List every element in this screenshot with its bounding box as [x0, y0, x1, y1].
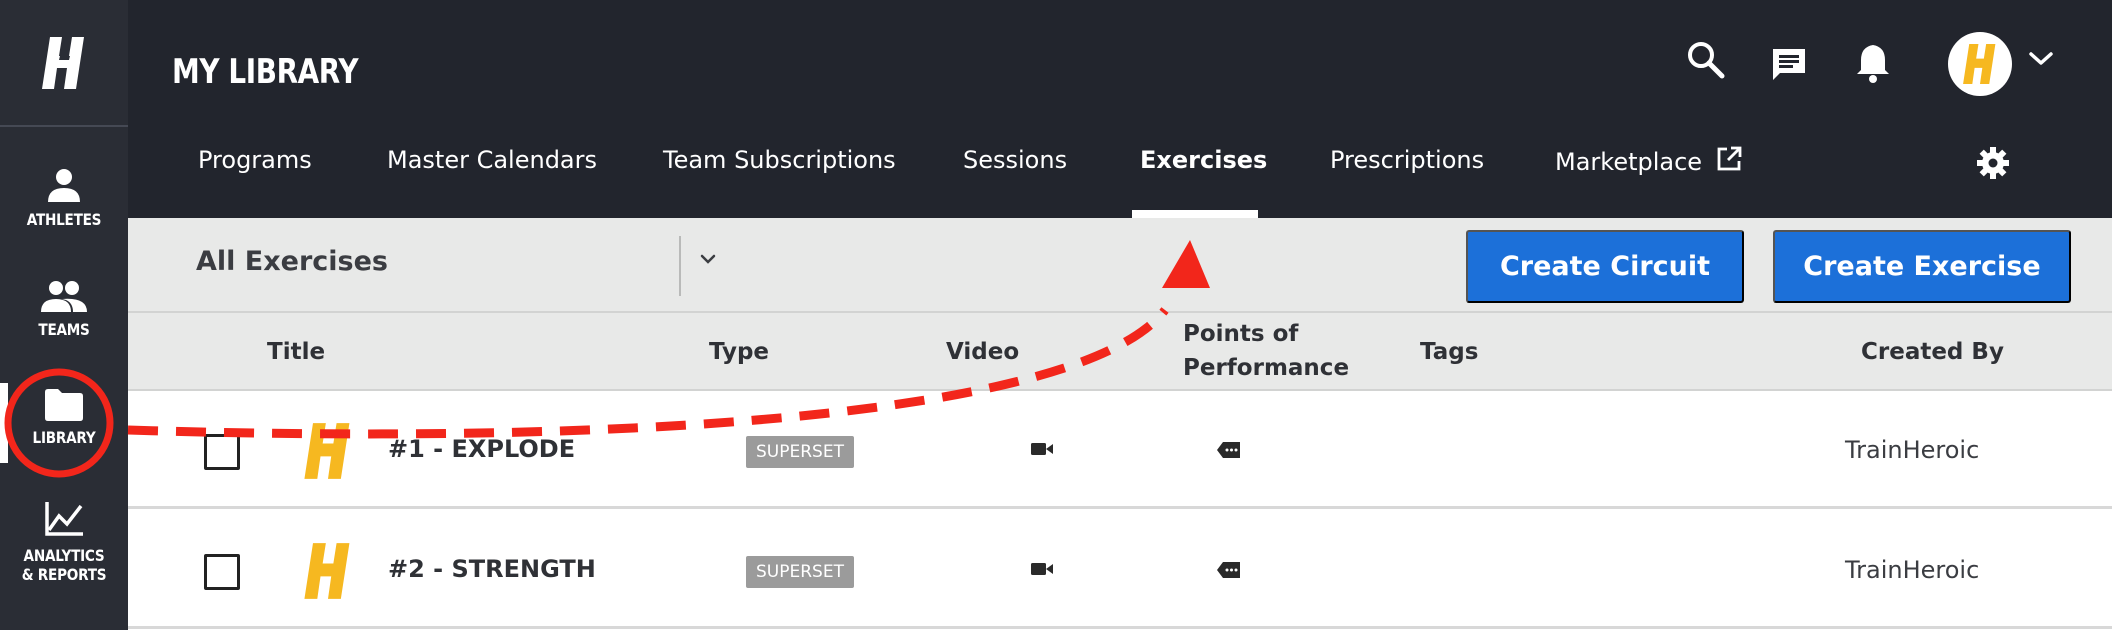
group-icon: [41, 281, 87, 312]
tab-marketplace-label: Marketplace: [1555, 148, 1703, 176]
page-title: MY LIBRARY: [172, 52, 359, 92]
active-tab-underline: [1132, 210, 1258, 218]
video-camera-icon[interactable]: [1030, 441, 1054, 457]
sidebar-item-analytics[interactable]: ANALYTICS & REPORTS: [0, 500, 128, 584]
column-header-pop-line2: Performance: [1183, 355, 1350, 381]
column-header-type[interactable]: Type: [709, 335, 769, 369]
sidebar: ATHLETES TEAMS LIBRARY ANALYTICS & REPOR…: [0, 0, 128, 630]
tab-team-subscriptions[interactable]: Team Subscriptions: [663, 146, 896, 174]
gear-icon[interactable]: [1976, 146, 2010, 180]
column-header-points-of-performance[interactable]: Points of Performance: [1183, 317, 1349, 385]
search-icon[interactable]: [1686, 40, 1726, 80]
column-header-pop-line1: Points of: [1183, 321, 1299, 347]
toolbar-divider: [679, 236, 681, 296]
exercise-title[interactable]: #1 - EXPLODE: [388, 435, 575, 463]
create-circuit-button[interactable]: Create Circuit: [1466, 230, 1744, 303]
tag-label-icon[interactable]: [1216, 561, 1242, 579]
row-checkbox[interactable]: [204, 434, 240, 470]
avatar[interactable]: [1948, 32, 2012, 96]
tab-prescriptions[interactable]: Prescriptions: [1330, 146, 1484, 174]
sidebar-item-athletes[interactable]: ATHLETES: [0, 166, 128, 229]
exercise-thumbnail-logo-icon: [304, 423, 350, 479]
column-header-video[interactable]: Video: [946, 335, 1019, 369]
tab-sessions[interactable]: Sessions: [963, 146, 1067, 174]
tab-exercises[interactable]: Exercises: [1140, 146, 1267, 174]
tag-label-icon[interactable]: [1216, 441, 1242, 459]
type-badge: SUPERSET: [746, 436, 854, 468]
tab-marketplace[interactable]: Marketplace: [1555, 146, 1742, 176]
top-header: MY LIBRARY Programs Master Calendars Tea…: [128, 0, 2112, 218]
create-exercise-button[interactable]: Create Exercise: [1773, 230, 2071, 303]
filter-selected-value: All Exercises: [196, 246, 389, 277]
tab-programs[interactable]: Programs: [198, 146, 312, 174]
sidebar-item-label: TEAMS: [38, 320, 90, 339]
exercise-thumbnail-logo-icon: [304, 543, 350, 599]
exercise-title[interactable]: #2 - STRENGTH: [388, 555, 596, 583]
column-header-created-by[interactable]: Created By: [1861, 335, 2004, 369]
chart-line-icon: [45, 502, 83, 536]
sidebar-item-teams[interactable]: TEAMS: [0, 280, 128, 339]
type-badge: SUPERSET: [746, 556, 854, 588]
sidebar-item-label-line2: & REPORTS: [21, 565, 107, 584]
created-by-value: TrainHeroic: [1845, 436, 1980, 464]
chat-icon[interactable]: [1770, 46, 1808, 84]
created-by-value: TrainHeroic: [1845, 556, 1980, 584]
chevron-down-icon: [700, 254, 716, 264]
video-camera-icon[interactable]: [1030, 561, 1054, 577]
avatar-logo-icon: [1963, 44, 1996, 84]
tab-bar: Programs Master Calendars Team Subscript…: [128, 136, 2112, 218]
toolbar: All Exercises Create Circuit Create Exer…: [128, 218, 2112, 313]
exercise-filter-select[interactable]: All Exercises: [196, 246, 716, 286]
chevron-down-icon[interactable]: [2028, 50, 2054, 68]
sidebar-item-library[interactable]: LIBRARY: [0, 388, 128, 447]
sidebar-item-label: LIBRARY: [32, 428, 96, 447]
row-checkbox[interactable]: [204, 554, 240, 590]
bell-icon[interactable]: [1855, 42, 1891, 84]
folder-icon: [45, 389, 83, 421]
trainheroic-logo-icon: [42, 36, 84, 89]
sidebar-item-label: ATHLETES: [26, 210, 102, 229]
sidebar-item-label-line1: ANALYTICS: [23, 546, 105, 565]
tab-master-calendars[interactable]: Master Calendars: [387, 146, 597, 174]
external-link-icon: [1717, 146, 1742, 171]
column-header-tags[interactable]: Tags: [1420, 335, 1478, 369]
table-header: Title Type Video Points of Performance T…: [128, 313, 2112, 391]
person-icon: [48, 169, 80, 202]
table-row[interactable]: #1 - EXPLODE SUPERSET TrainHeroic: [128, 391, 2112, 509]
table-row[interactable]: #2 - STRENGTH SUPERSET TrainHeroic: [128, 511, 2112, 629]
brand-logo[interactable]: [0, 0, 128, 127]
column-header-title[interactable]: Title: [267, 335, 325, 369]
